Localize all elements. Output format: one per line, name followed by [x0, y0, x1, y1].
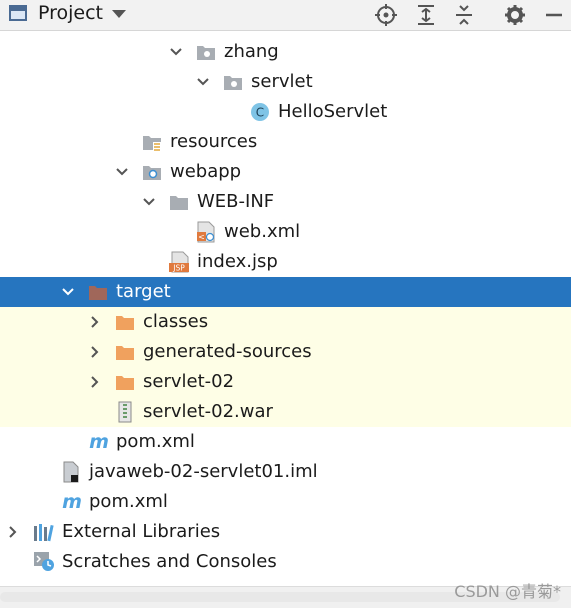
expand-all-icon[interactable]	[414, 3, 438, 27]
tree-item-label: index.jsp	[197, 251, 278, 272]
tree-item-label: pom.xml	[89, 491, 168, 512]
chevron-right-icon[interactable]	[87, 374, 103, 390]
svg-text:<: <	[198, 233, 205, 242]
tree-item-generated-sources[interactable]: generated-sources	[0, 337, 571, 367]
tree-item-label: servlet	[251, 71, 313, 92]
locate-icon[interactable]	[374, 3, 398, 27]
orange-folder-icon	[116, 316, 134, 330]
tree-item-servlet[interactable]: servlet	[0, 67, 571, 97]
tree-item-label: target	[116, 281, 171, 302]
maven-icon: m	[62, 492, 82, 512]
orange-folder-icon	[116, 376, 134, 390]
svg-text:m: m	[62, 492, 82, 512]
scratches-icon	[34, 552, 54, 571]
package-icon	[197, 46, 215, 60]
tree-item-scratches[interactable]: Scratches and Consoles	[0, 547, 571, 577]
tree-item-label: HelloServlet	[278, 101, 388, 122]
tree-item-pom-xml[interactable]: m pom.xml	[0, 487, 571, 517]
jsp-file-icon: JSP	[169, 251, 189, 273]
collapse-all-icon[interactable]	[452, 3, 476, 27]
tree-item-label: classes	[143, 311, 209, 332]
tree-item-label: javaweb-02-servlet01.iml	[89, 461, 318, 482]
tree-item-servlet-02[interactable]: servlet-02	[0, 367, 571, 397]
tree-item-label: resources	[170, 131, 258, 152]
tree-item-pom-xml[interactable]: m pom.xml	[0, 427, 571, 457]
chevron-down-icon[interactable]	[195, 74, 211, 90]
tree-item-label: generated-sources	[143, 341, 312, 362]
tree-item-external-libraries[interactable]: External Libraries	[0, 517, 571, 547]
project-view-icon	[9, 5, 27, 21]
chevron-right-icon[interactable]	[87, 344, 103, 360]
tree-item-label: External Libraries	[62, 521, 221, 542]
xml-file-icon: <	[197, 221, 215, 243]
tree-item-servlet-02-war[interactable]: servlet-02.war	[0, 397, 571, 427]
minimize-icon[interactable]	[542, 3, 566, 27]
java-class-icon: C	[251, 103, 269, 121]
tree-item-label: pom.xml	[116, 431, 195, 452]
package-icon	[224, 76, 242, 90]
svg-text:m: m	[89, 432, 109, 452]
chevron-right-icon[interactable]	[5, 524, 21, 540]
tree-item-index-jsp[interactable]: JSP index.jsp	[0, 247, 571, 277]
project-view-title[interactable]: Project	[38, 2, 103, 24]
chevron-down-icon[interactable]	[112, 10, 126, 18]
tree-item-zhang[interactable]: zhang	[0, 37, 571, 67]
libraries-icon	[34, 524, 54, 542]
tree-item-helloservlet[interactable]: C HelloServlet	[0, 97, 571, 127]
web-folder-icon	[143, 166, 161, 180]
tree-item-resources[interactable]: resources	[0, 127, 571, 157]
tree-item-label: webapp	[170, 161, 242, 182]
chevron-down-icon[interactable]	[168, 44, 184, 60]
tree-item-classes[interactable]: classes	[0, 307, 571, 337]
gear-icon[interactable]	[503, 3, 527, 27]
maven-icon: m	[89, 432, 109, 452]
watermark: CSDN @青菊*	[454, 582, 561, 601]
chevron-down-icon[interactable]	[60, 284, 76, 300]
tree-item-webapp[interactable]: webapp	[0, 157, 571, 187]
iml-file-icon	[63, 461, 79, 483]
tree-item-label: zhang	[224, 41, 279, 62]
tree-item-target[interactable]: target	[0, 277, 571, 307]
tree-item-label: servlet-02	[143, 371, 235, 392]
tree-item-web-inf[interactable]: WEB-INF	[0, 187, 571, 217]
svg-text:JSP: JSP	[172, 264, 185, 273]
folder-icon	[170, 196, 188, 210]
chevron-down-icon[interactable]	[114, 164, 130, 180]
tree-item-label: WEB-INF	[197, 191, 275, 212]
archive-icon	[118, 401, 132, 423]
tree-item-label: web.xml	[224, 221, 301, 242]
tree-item-label: servlet-02.war	[143, 401, 273, 422]
svg-text:C: C	[256, 106, 264, 120]
project-toolbar: Project	[0, 0, 571, 31]
tree-item-web-xml[interactable]: < web.xml	[0, 217, 571, 247]
tree-item-iml-file[interactable]: javaweb-02-servlet01.iml	[0, 457, 571, 487]
excluded-folder-icon	[89, 286, 107, 300]
chevron-down-icon[interactable]	[141, 194, 157, 210]
resources-folder-icon	[143, 136, 161, 151]
chevron-right-icon[interactable]	[87, 314, 103, 330]
tree-item-label: Scratches and Consoles	[62, 551, 277, 572]
orange-folder-icon	[116, 346, 134, 360]
